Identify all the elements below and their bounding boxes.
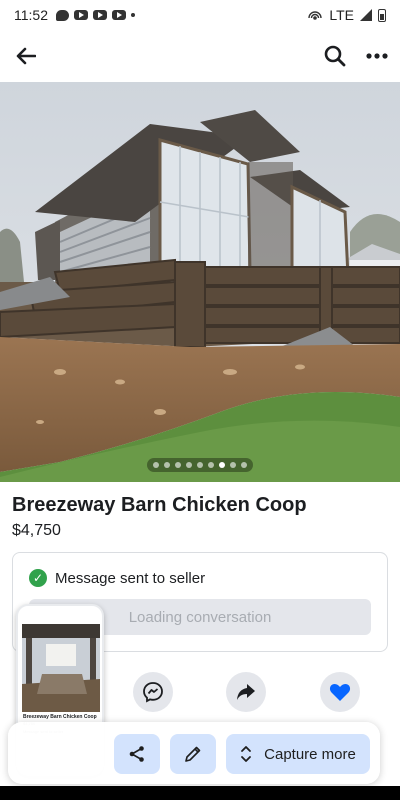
more-horizontal-icon — [366, 53, 388, 59]
photo-pager-dot[interactable] — [153, 462, 159, 468]
share-arrow-icon — [237, 684, 255, 700]
edit-screenshot-button[interactable] — [170, 734, 216, 774]
network-type: LTE — [329, 7, 354, 23]
heart-icon — [329, 684, 351, 701]
youtube-notification-icon-3 — [112, 10, 126, 20]
chat-notification-icon — [56, 9, 69, 21]
photo-pager — [0, 458, 400, 472]
status-bar: 11:52 LTE — [0, 0, 400, 30]
listing-title: Breezeway Barn Chicken Coop — [12, 494, 307, 516]
signal-icon — [360, 9, 372, 21]
back-arrow-icon — [16, 47, 36, 65]
screenshot-toolbar: Capture more — [8, 722, 380, 784]
youtube-notification-icon-2 — [93, 10, 107, 20]
youtube-notification-icon — [74, 10, 88, 20]
expand-vertical-icon — [241, 746, 252, 762]
message-status-text: Message sent to seller — [55, 569, 206, 587]
more-options-button[interactable] — [366, 53, 388, 59]
photo-pager-dot-active[interactable] — [219, 462, 225, 468]
messenger-icon — [143, 682, 163, 703]
photo-pager-dot[interactable] — [230, 462, 236, 468]
hotspot-icon — [308, 11, 323, 20]
photo-pager-dot[interactable] — [186, 462, 192, 468]
photo-pager-dot[interactable] — [197, 462, 203, 468]
top-app-bar — [0, 34, 400, 78]
back-button[interactable] — [12, 47, 40, 65]
listing-photo — [0, 82, 400, 482]
message-status-row: ✓ Message sent to seller — [29, 569, 205, 587]
capture-more-button[interactable]: Capture more — [226, 734, 370, 774]
battery-icon — [378, 8, 386, 22]
share-action-button[interactable] — [226, 672, 266, 712]
pencil-icon — [185, 746, 201, 762]
capture-more-label: Capture more — [264, 745, 356, 763]
photo-pager-dots — [147, 458, 253, 472]
search-icon — [324, 45, 346, 67]
system-navigation-bar — [0, 786, 400, 800]
photo-pager-dot[interactable] — [208, 462, 214, 468]
listing-photo-carousel[interactable] — [0, 82, 400, 482]
share-icon — [129, 746, 144, 762]
photo-pager-dot[interactable] — [175, 462, 181, 468]
photo-pager-dot[interactable] — [164, 462, 170, 468]
save-action-button[interactable] — [320, 672, 360, 712]
photo-pager-dot[interactable] — [241, 462, 247, 468]
clock: 11:52 — [14, 7, 48, 23]
listing-price: $4,750 — [12, 522, 61, 539]
more-notifications-icon — [131, 13, 135, 17]
checkmark-circle-icon: ✓ — [29, 569, 47, 587]
share-screenshot-button[interactable] — [114, 734, 160, 774]
message-action-button[interactable] — [133, 672, 173, 712]
search-button[interactable] — [324, 45, 346, 67]
thumbnail-photo — [22, 624, 100, 712]
thumbnail-title: Breezeway Barn Chicken Coop — [23, 714, 97, 720]
